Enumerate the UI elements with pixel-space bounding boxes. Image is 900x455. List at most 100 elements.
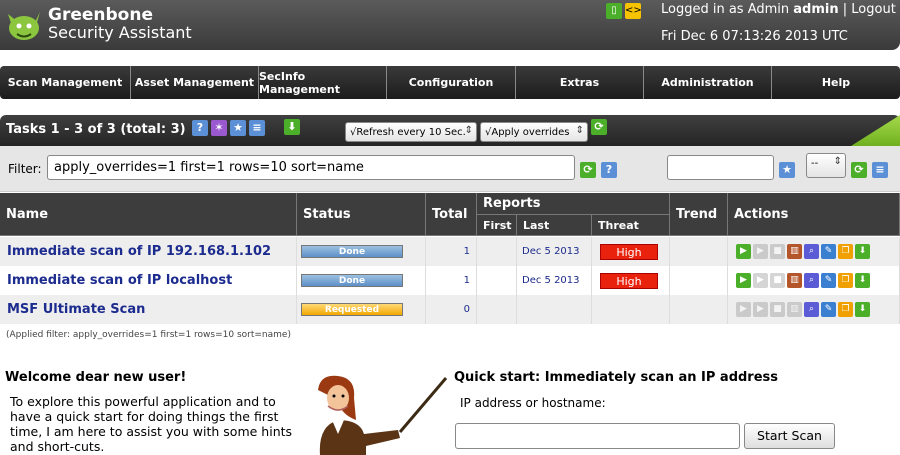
nav-secinfo-management[interactable]: SecInfo Management [259,66,387,99]
status-bar: Done [301,245,403,258]
select-arrows-icon: ⇕ [833,156,842,167]
clone-icon[interactable]: ❐ [838,244,853,259]
col-name-header[interactable]: Name [0,193,297,236]
welcome-text: To explore this powerful application and… [10,394,293,454]
threat-cell: High [592,266,670,295]
welcome-title: Welcome dear new user! [5,370,187,385]
trend-cell [670,237,728,266]
login-info: Logged in as Admin admin | Logout [661,2,896,17]
export-icon[interactable]: ⬇ [284,119,300,135]
nav-help[interactable]: Help [772,66,900,99]
threat-cell: High [592,237,670,266]
stop-icon: ■ [770,273,785,288]
first-cell [477,266,517,295]
filter-select[interactable]: -- ⇕ [806,153,846,178]
filter-help-icon[interactable]: ? [601,162,617,178]
filter-input[interactable]: apply_overrides=1 first=1 rows=10 sort=n… [47,155,575,180]
col-last-header[interactable]: Last [517,215,592,236]
clone-icon[interactable]: ❐ [838,273,853,288]
export-icon[interactable]: ⬇ [855,244,870,259]
threat-badge: High [600,243,658,260]
filter-select-value: -- [811,158,819,169]
status-bar: Requested [301,303,403,316]
status-cell: Done [297,237,426,266]
col-actions-header: Actions [728,193,900,236]
task-name-link[interactable]: Immediate scan of IP 192.168.1.102 [0,244,271,259]
col-first-header[interactable]: First [477,215,517,236]
details-icon[interactable]: ⌕ [804,244,819,259]
section-accent [851,115,900,146]
nav-extras[interactable]: Extras [516,66,644,99]
greenbone-dragon-logo-icon [8,12,40,40]
col-status-header[interactable]: Status [297,193,426,236]
col-trend-header[interactable]: Trend [670,193,728,236]
select-arrows-icon: ⇕ [575,125,584,136]
help-icon[interactable]: ? [192,120,208,136]
code-icon[interactable]: <> [625,3,642,19]
start-scan-button[interactable]: Start Scan [744,423,835,449]
login-prefix: Logged in as Admin [661,2,790,17]
actions-cell: ▶ ▶ ■ ▥ ⌕ ✎ ❐ ⬇ [728,237,900,266]
resume-icon: ▶ [753,244,768,259]
last-report-link[interactable]: Dec 5 2013 [517,266,592,295]
trashcan-icon[interactable]: ▥ [787,244,802,259]
first-cell [477,295,517,324]
mobile-icon[interactable]: ▯ [606,3,622,19]
login-username[interactable]: admin [793,2,838,17]
tasks-section-bar: Tasks 1 - 3 of 3 (total: 3) ? ✶ ★ ≡ ⬇ √R… [0,115,900,146]
details-icon[interactable]: ⌕ [804,302,819,317]
refresh-icon[interactable]: ⟳ [591,119,607,135]
refresh-select[interactable]: √Refresh every 10 Sec. ⇕ [345,122,477,142]
start-icon[interactable]: ▶ [736,273,751,288]
last-report-link[interactable]: Dec 5 2013 [517,237,592,266]
total-cell[interactable]: 1 [426,237,477,266]
switch-filter-icon[interactable]: ⟳ [851,162,867,178]
trend-cell [670,266,728,295]
nav-scan-management[interactable]: Scan Management [0,66,131,99]
current-datetime: Fri Dec 6 07:13:26 2013 UTC [661,29,848,44]
task-name-link[interactable]: MSF Ultimate Scan [0,302,145,317]
nav-asset-management[interactable]: Asset Management [131,66,259,99]
total-cell[interactable]: 1 [426,266,477,295]
edit-icon[interactable]: ✎ [821,302,836,317]
details-icon[interactable]: ⌕ [804,273,819,288]
resume-icon: ▶ [753,302,768,317]
overrides-select[interactable]: √Apply overrides ⇕ [480,122,588,142]
edit-icon[interactable]: ✎ [821,273,836,288]
wizard-icon[interactable]: ✶ [211,120,227,136]
trashcan-icon[interactable]: ▥ [787,273,802,288]
first-cell [477,237,517,266]
save-filter-icon[interactable]: ★ [779,162,795,178]
nav-configuration[interactable]: Configuration [387,66,516,99]
total-cell[interactable]: 0 [426,295,477,324]
edit-icon[interactable]: ✎ [821,244,836,259]
app-header: Greenbone Security Assistant ▯ <> Logged… [0,0,900,50]
tasks-title: Tasks 1 - 3 of 3 (total: 3) [6,122,186,137]
logout-link[interactable]: Logout [851,2,896,17]
resume-icon: ▶ [753,273,768,288]
list-icon[interactable]: ≡ [249,120,265,136]
login-separator: | [842,2,848,17]
threat-cell [592,295,670,324]
export-icon[interactable]: ⬇ [855,302,870,317]
col-total-header[interactable]: Total [426,193,477,236]
apply-filter-icon[interactable]: ⟳ [580,162,596,178]
new-task-icon[interactable]: ★ [230,120,246,136]
task-name-link[interactable]: Immediate scan of IP localhost [0,273,232,288]
start-icon: ▶ [736,302,751,317]
clone-icon[interactable]: ❐ [838,302,853,317]
start-icon[interactable]: ▶ [736,244,751,259]
table-row: Immediate scan of IP localhost Done 1 De… [0,266,900,295]
applied-filter-text: (Applied filter: apply_overrides=1 first… [6,330,291,340]
filter-name-input[interactable] [667,155,774,180]
col-threat-header[interactable]: Threat [592,215,670,236]
col-reports-header: Reports [477,193,670,215]
export-icon[interactable]: ⬇ [855,273,870,288]
select-arrows-icon: ⇕ [464,125,473,136]
refresh-select-value: √Refresh every 10 Sec. [350,127,466,138]
nav-administration[interactable]: Administration [644,66,772,99]
actions-cell: ▶ ▶ ■ ▥ ⌕ ✎ ❐ ⬇ [728,295,900,324]
last-report-link [517,295,592,324]
filters-list-icon[interactable]: ≡ [872,162,888,178]
ip-hostname-input[interactable] [455,423,740,449]
